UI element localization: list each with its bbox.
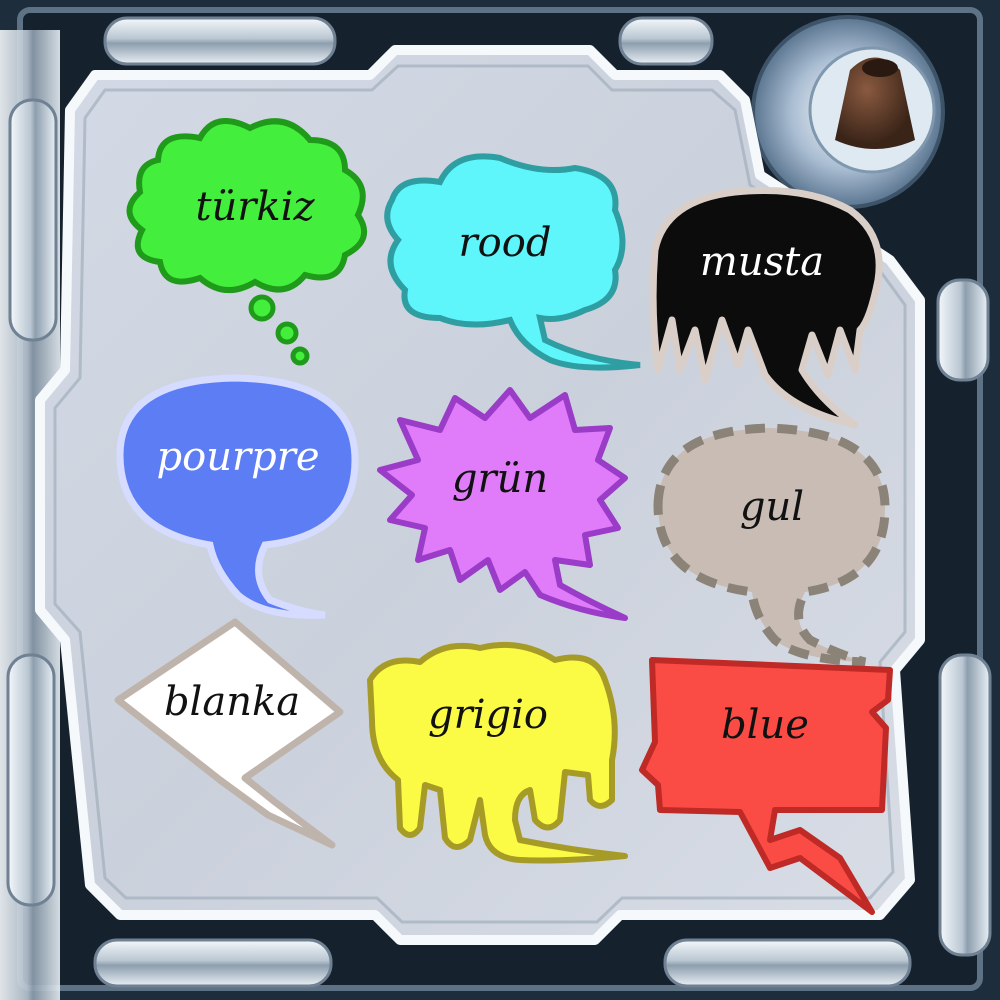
- word-grigio[interactable]: grigio: [428, 692, 548, 738]
- bottle-decoration: [751, 15, 945, 209]
- word-blanka[interactable]: blanka: [164, 679, 300, 725]
- word-turkiz[interactable]: türkiz: [195, 184, 315, 230]
- game-scene: türkiz rood musta pourpre grün gul blank…: [0, 0, 1000, 1000]
- word-pourpre[interactable]: pourpre: [157, 434, 320, 480]
- word-grun[interactable]: grün: [452, 456, 548, 502]
- word-gul[interactable]: gul: [740, 484, 804, 530]
- green-cloud-tail-dot-3: [290, 346, 310, 366]
- green-cloud-tail-dot-2: [275, 321, 299, 345]
- green-cloud-tail-dot-1: [248, 294, 276, 322]
- word-musta[interactable]: musta: [700, 239, 824, 285]
- word-rood[interactable]: rood: [459, 220, 552, 266]
- word-blue[interactable]: blue: [721, 702, 809, 748]
